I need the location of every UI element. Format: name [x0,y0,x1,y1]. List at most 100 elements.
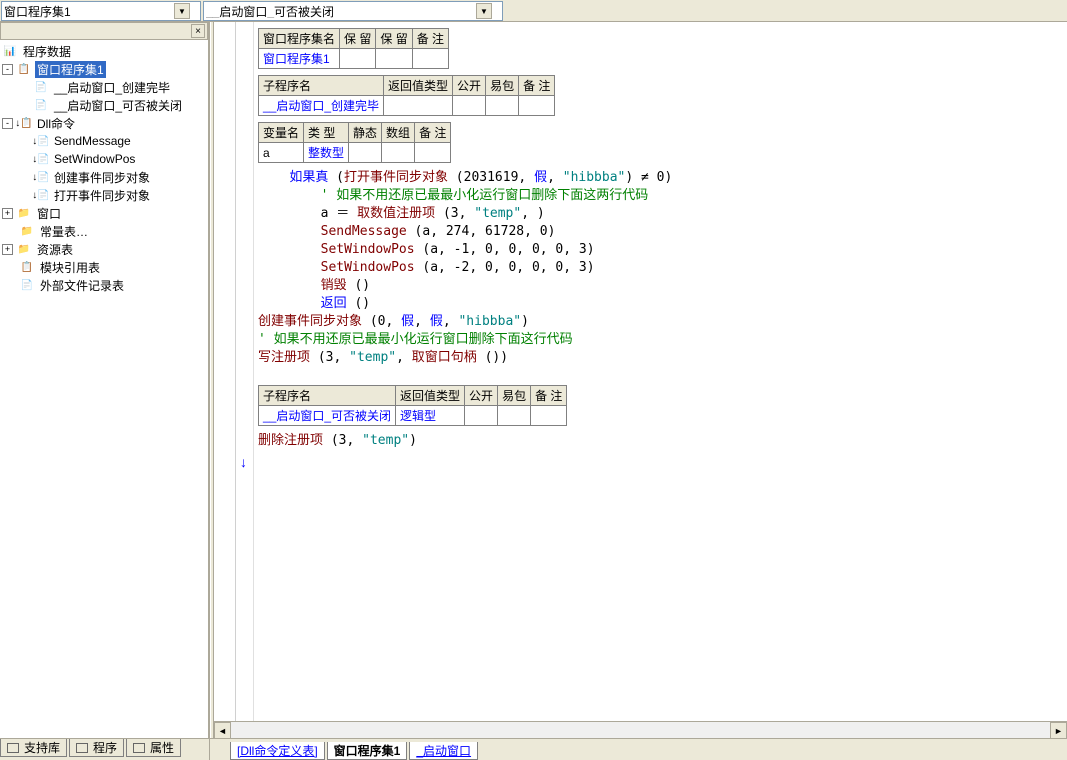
code-line[interactable]: SetWindowPos (a, -2, 0, 0, 0, 0, 3) [258,259,1061,277]
expand-icon[interactable]: + [2,208,13,219]
combo-assembly-input[interactable] [4,4,174,18]
tab-label: 支持库 [24,739,60,756]
code-line[interactable]: ' 如果不用还原已最最小化运行窗口删除下面这行代码 [258,331,1061,349]
tab-icon [76,742,90,754]
bottom-tab[interactable]: 支持库 [0,739,67,757]
tree-node[interactable]: +📁资源表 [2,240,206,258]
scroll-track[interactable] [231,722,1050,738]
table-cell[interactable] [376,49,412,69]
expand-icon [16,190,30,201]
tree-node[interactable]: ↓📄SetWindowPos [2,150,206,168]
close-icon[interactable]: × [191,24,205,38]
combo-subroutine[interactable]: ▼ [203,1,503,21]
tree-node[interactable]: 📄__启动窗口_可否被关闭 [2,96,206,114]
table-header: 变量名 [259,123,304,143]
node-label: 常量表… [38,223,90,240]
top-toolbar: ▼ ▼ [0,0,1067,22]
tree-root: 📊 程序数据 [2,42,206,60]
table-cell[interactable] [340,49,376,69]
code-block-1[interactable]: 如果真 (打开事件同步对象 (2031619, 假, "hibbba") ≠ 0… [258,169,1061,367]
combo-subroutine-input[interactable] [206,4,476,18]
code-line[interactable]: 写注册项 (3, "temp", 取窗口句柄 ()) [258,349,1061,367]
chevron-down-icon[interactable]: ▼ [174,3,190,19]
node-label: 窗口 [35,205,63,222]
bottom-tab[interactable]: 程序 [69,739,124,757]
node-icon: 📁 [19,224,35,238]
editor-tab[interactable]: _启动窗口 [409,742,478,760]
tree-node[interactable]: -↓📋Dll命令 [2,114,206,132]
expand-icon [2,226,16,237]
bottom-tab[interactable]: 属性 [126,739,181,757]
tree-node[interactable]: 📋模块引用表 [2,258,206,276]
table-cell[interactable] [349,143,382,163]
tree-node[interactable]: ↓📄SendMessage [2,132,206,150]
table-header: 备 注 [415,123,451,143]
expand-icon[interactable]: + [2,244,13,255]
tree-node[interactable]: -📋窗口程序集1 [2,60,206,78]
table-cell[interactable] [498,406,531,426]
code-line[interactable]: ' 如果不用还原已最最小化运行窗口删除下面这两行代码 [258,187,1061,205]
tab-icon [7,742,21,754]
tree-node[interactable]: 📄__启动窗口_创建完毕 [2,78,206,96]
table-cell[interactable] [453,96,486,116]
horizontal-scrollbar[interactable]: ◄ ► [214,721,1067,738]
tree-node[interactable]: ↓📄创建事件同步对象 [2,168,206,186]
table-cell[interactable]: 逻辑型 [396,406,465,426]
tree-node[interactable]: 📁常量表… [2,222,206,240]
node-label: 资源表 [35,241,75,258]
node-icon: 📁 [16,242,32,256]
table-cell[interactable]: 整数型 [304,143,349,163]
code-area[interactable]: 窗口程序集名保 留保 留备 注窗口程序集1 子程序名返回值类型公开易包备 注__… [214,22,1067,721]
table-header: 公开 [465,386,498,406]
code-line[interactable]: 销毁 () [258,277,1061,295]
table-cell[interactable]: 窗口程序集1 [259,49,340,69]
expand-icon [16,154,30,165]
table-cell[interactable] [384,96,453,116]
table-cell[interactable]: a [259,143,304,163]
editor-tab[interactable]: [Dll命令定义表] [230,742,325,760]
scroll-right-icon[interactable]: ► [1050,722,1067,739]
editor-tab[interactable]: 窗口程序集1 [327,742,408,760]
code-line[interactable]: a ＝ 取数值注册项 (3, "temp", ) [258,205,1061,223]
node-icon: 📋 [16,62,32,76]
tree-node[interactable]: ↓📄打开事件同步对象 [2,186,206,204]
table-cell[interactable] [382,143,415,163]
code-line[interactable]: 如果真 (打开事件同步对象 (2031619, 假, "hibbba") ≠ 0… [258,169,1061,187]
node-icon: 📋 [19,260,35,274]
code-line[interactable]: 返回 () [258,295,1061,313]
expand-icon[interactable]: - [2,64,13,75]
tree-node[interactable]: 📄外部文件记录表 [2,276,206,294]
left-panel-header: × [0,22,208,40]
table-cell[interactable] [519,96,555,116]
expand-icon [16,136,30,147]
chevron-down-icon[interactable]: ▼ [476,3,492,19]
table-header: 返回值类型 [384,76,453,96]
code-line[interactable]: SendMessage (a, 274, 61728, 0) [258,223,1061,241]
code-line[interactable]: 创建事件同步对象 (0, 假, 假, "hibbba") [258,313,1061,331]
tab-label: 程序 [93,739,117,756]
table-cell[interactable] [412,49,448,69]
tree-node[interactable]: +📁窗口 [2,204,206,222]
bottom-tabs-left: 支持库 程序 属性 [0,739,210,760]
code-line[interactable]: SetWindowPos (a, -1, 0, 0, 0, 0, 3) [258,241,1061,259]
table-cell[interactable]: __启动窗口_创建完毕 [259,96,384,116]
table-sub1: 子程序名返回值类型公开易包备 注__启动窗口_创建完毕 [258,75,555,116]
data-icon: 📊 [2,44,18,58]
table-cell[interactable] [531,406,567,426]
table-cell[interactable] [465,406,498,426]
node-icon: 📄 [33,98,49,112]
scroll-left-icon[interactable]: ◄ [214,722,231,739]
node-icon: ↓📄 [33,188,49,202]
code-line[interactable]: 删除注册项 (3, "temp") [258,432,1061,450]
combo-assembly[interactable]: ▼ [1,1,201,21]
table-cell[interactable]: __启动窗口_可否被关闭 [259,406,396,426]
project-tree[interactable]: 📊 程序数据 -📋窗口程序集1📄__启动窗口_创建完毕📄__启动窗口_可否被关闭… [0,40,208,738]
expand-icon[interactable]: - [2,118,13,129]
table-cell[interactable] [415,143,451,163]
tab-label: 属性 [150,739,174,756]
node-label: SendMessage [52,134,133,148]
table-cell[interactable] [486,96,519,116]
node-label: 打开事件同步对象 [52,187,152,204]
code-block-2[interactable]: 删除注册项 (3, "temp") [258,432,1061,450]
table-sub2: 子程序名返回值类型公开易包备 注__启动窗口_可否被关闭逻辑型 [258,385,567,426]
